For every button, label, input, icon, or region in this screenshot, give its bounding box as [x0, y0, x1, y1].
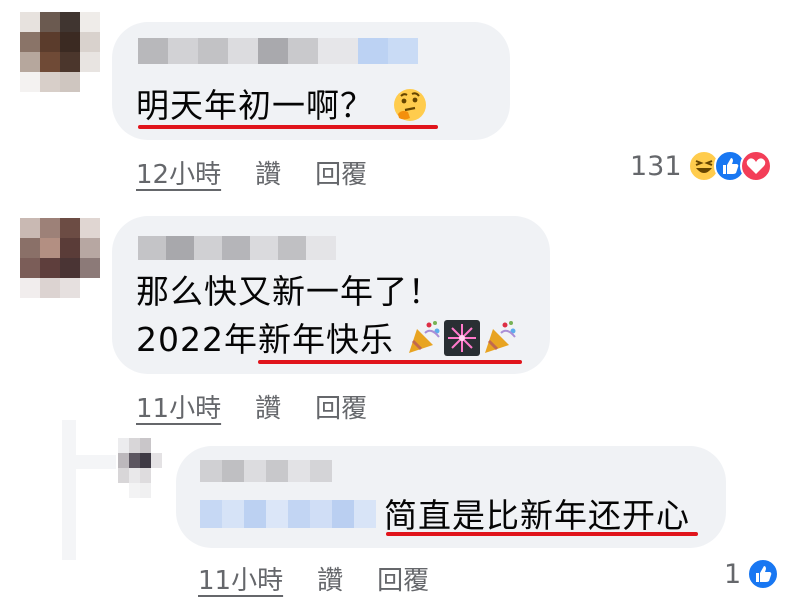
blurred-mention [200, 500, 376, 528]
party-popper-emoji [409, 321, 441, 353]
reaction-summary[interactable]: 131 [630, 150, 772, 182]
party-popper-emoji [485, 321, 517, 353]
comment-actions: 12小時 讚 回覆 [136, 154, 401, 191]
blurred-username [138, 38, 418, 64]
like-icon [747, 558, 780, 590]
comment-text-line-1: 那么快又新一年了！ [136, 272, 442, 311]
reply-button[interactable]: 回覆 [315, 154, 367, 191]
timestamp-link[interactable]: 12小時 [136, 154, 221, 191]
red-underline [386, 532, 698, 536]
red-underline [138, 125, 438, 129]
timestamp-link[interactable]: 11小時 [198, 560, 283, 597]
blurred-username [200, 460, 332, 482]
like-button[interactable]: 讚 [317, 560, 343, 597]
avatar[interactable] [20, 12, 100, 92]
thread-connector [62, 420, 76, 560]
like-button[interactable]: 讚 [255, 388, 281, 425]
comment-text: 明天年初一啊？ [136, 84, 428, 128]
fireworks-emoji [444, 320, 481, 356]
reaction-summary[interactable]: 1 [724, 558, 780, 590]
reply-button[interactable]: 回覆 [377, 560, 429, 597]
blurred-username [138, 236, 336, 260]
thinking-face-emoji [393, 89, 426, 121]
reaction-count: 131 [630, 150, 682, 182]
reaction-count: 1 [724, 558, 742, 590]
like-button[interactable]: 讚 [255, 154, 281, 191]
avatar[interactable] [118, 438, 162, 498]
thread-connector [76, 455, 116, 469]
red-underline [258, 360, 522, 364]
reply-button[interactable]: 回覆 [315, 388, 367, 425]
comment-actions: 11小時 讚 回覆 [198, 560, 463, 597]
comment-actions: 11小時 讚 回覆 [136, 388, 401, 425]
timestamp-link[interactable]: 11小時 [136, 388, 221, 425]
love-icon [739, 150, 772, 182]
comment-text-line-2: 2022年新年快乐 [136, 318, 519, 362]
avatar[interactable] [20, 218, 100, 298]
